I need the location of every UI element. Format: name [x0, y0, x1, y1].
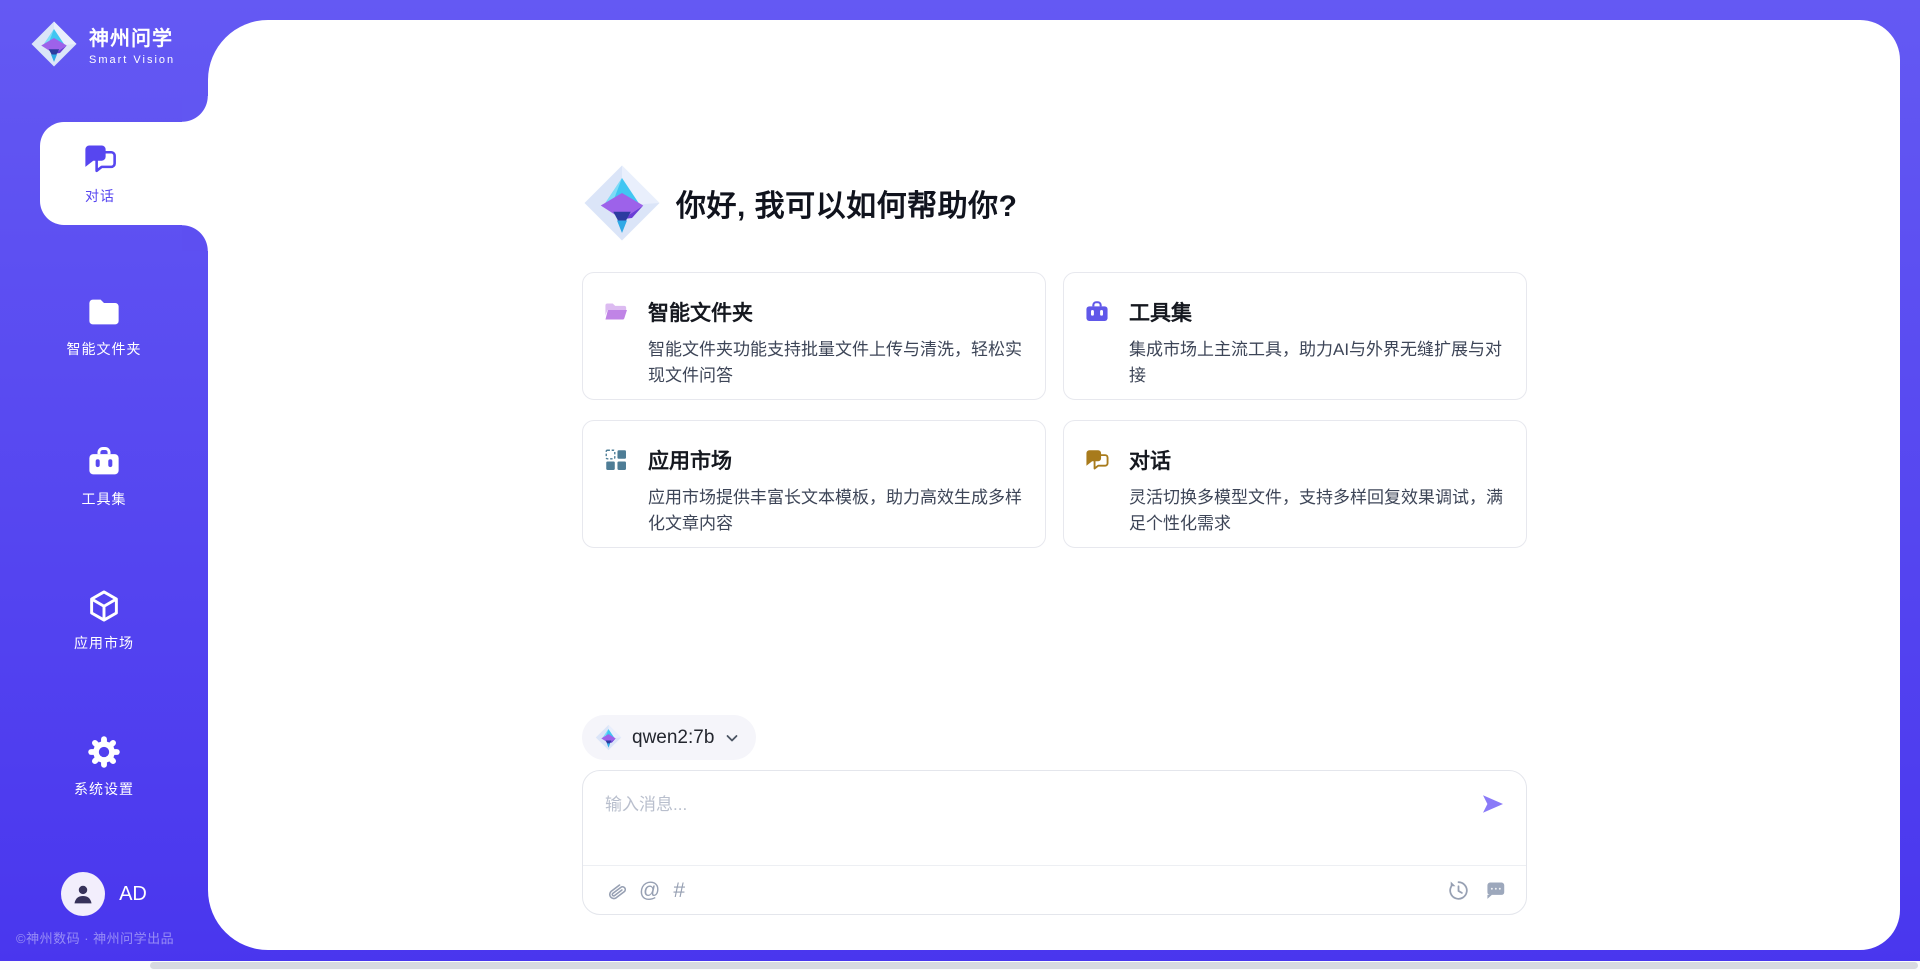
sidebar-item-chat[interactable]: 对话 — [40, 122, 208, 225]
card-title: 智能文件夹 — [648, 297, 753, 327]
folder-open-icon — [603, 299, 629, 325]
model-name: qwen2:7b — [632, 727, 714, 749]
grid-apps-icon — [603, 447, 629, 473]
sidebar-item-smart-folders[interactable]: 智能文件夹 — [0, 294, 208, 359]
card-toolset[interactable]: 工具集 集成市场上主流工具，助力AI与外界无缝扩展与对接 — [1063, 272, 1527, 400]
gem-diamond-icon — [595, 724, 622, 751]
toolbox-icon — [1084, 299, 1110, 325]
user-initials: AD — [119, 883, 147, 906]
composer: @ # — [582, 770, 1527, 915]
card-description: 灵活切换多模型文件，支持多样回复效果调试，满足个性化需求 — [1129, 485, 1516, 538]
brand-subtitle: Smart Vision — [89, 54, 175, 66]
toolbox-icon — [86, 444, 122, 480]
main-panel: 你好, 我可以如何帮助你? 智能文件夹 智能文件夹功能支持批量文件上传与清洗，轻… — [208, 20, 1900, 950]
sidebar-item-label: 智能文件夹 — [67, 339, 142, 359]
scrollbar-thumb[interactable] — [150, 962, 1918, 969]
gear-icon — [86, 734, 122, 770]
card-title: 工具集 — [1129, 297, 1192, 327]
attach-file-button[interactable] — [603, 877, 626, 903]
greeting-title: 你好, 我可以如何帮助你? — [676, 181, 1018, 225]
history-button[interactable] — [1447, 877, 1470, 903]
sidebar-item-settings[interactable]: 系统设置 — [0, 734, 208, 799]
avatar — [61, 872, 105, 916]
quick-chat-button[interactable] — [1483, 877, 1506, 903]
card-description: 应用市场提供丰富长文本模板，助力高效生成多样化文章内容 — [648, 485, 1035, 538]
brand-name: 神州问学 — [89, 22, 175, 51]
sidebar-item-label: 对话 — [85, 186, 115, 206]
history-icon — [1447, 879, 1470, 902]
sidebar-item-label: 工具集 — [82, 489, 127, 509]
hash-icon: # — [673, 880, 685, 901]
user-profile[interactable]: AD — [0, 872, 208, 916]
feature-cards: 智能文件夹 智能文件夹功能支持批量文件上传与清洗，轻松实现文件问答 工具集 集成… — [582, 272, 1527, 548]
card-title: 应用市场 — [648, 445, 732, 475]
send-icon — [1480, 791, 1506, 817]
chevron-down-icon — [724, 730, 740, 746]
sidebar-item-app-market[interactable]: 应用市场 — [0, 588, 208, 653]
sidebar: 神州问学 Smart Vision 对话 智能文件夹 工具集 应用市场 系统设置… — [0, 0, 208, 970]
card-chat[interactable]: 对话 灵活切换多模型文件，支持多样回复效果调试，满足个性化需求 — [1063, 420, 1527, 548]
horizontal-scrollbar[interactable] — [0, 961, 1920, 970]
folder-icon — [86, 294, 122, 330]
copyright-footer: ©神州数码 · 神州问学出品 — [16, 928, 174, 947]
mention-button[interactable]: @ — [639, 877, 660, 903]
topic-button[interactable]: # — [673, 877, 685, 903]
model-selector[interactable]: qwen2:7b — [582, 715, 756, 760]
message-input[interactable] — [583, 771, 1463, 843]
brand: 神州问学 Smart Vision — [30, 20, 175, 68]
welcome-header: 你好, 我可以如何帮助你? — [582, 163, 1018, 243]
sidebar-item-label: 系统设置 — [74, 779, 134, 799]
quick-chat-icon — [1483, 879, 1506, 902]
card-description: 智能文件夹功能支持批量文件上传与清洗，轻松实现文件问答 — [648, 337, 1035, 390]
sidebar-item-label: 应用市场 — [74, 633, 134, 653]
chat-bubbles-icon — [82, 141, 118, 177]
paperclip-icon — [603, 879, 626, 902]
card-title: 对话 — [1129, 445, 1171, 475]
cube-icon — [86, 588, 122, 624]
at-icon: @ — [639, 880, 660, 901]
card-app-market[interactable]: 应用市场 应用市场提供丰富长文本模板，助力高效生成多样化文章内容 — [582, 420, 1046, 548]
chat-bubbles-icon — [1084, 447, 1110, 473]
card-smart-folders[interactable]: 智能文件夹 智能文件夹功能支持批量文件上传与清洗，轻松实现文件问答 — [582, 272, 1046, 400]
send-button[interactable] — [1480, 791, 1506, 817]
card-description: 集成市场上主流工具，助力AI与外界无缝扩展与对接 — [1129, 337, 1516, 390]
gem-diamond-icon — [30, 20, 78, 68]
person-icon — [70, 881, 96, 907]
sidebar-item-toolset[interactable]: 工具集 — [0, 444, 208, 509]
gem-diamond-icon — [582, 163, 662, 243]
composer-toolbar: @ # — [583, 866, 1526, 914]
